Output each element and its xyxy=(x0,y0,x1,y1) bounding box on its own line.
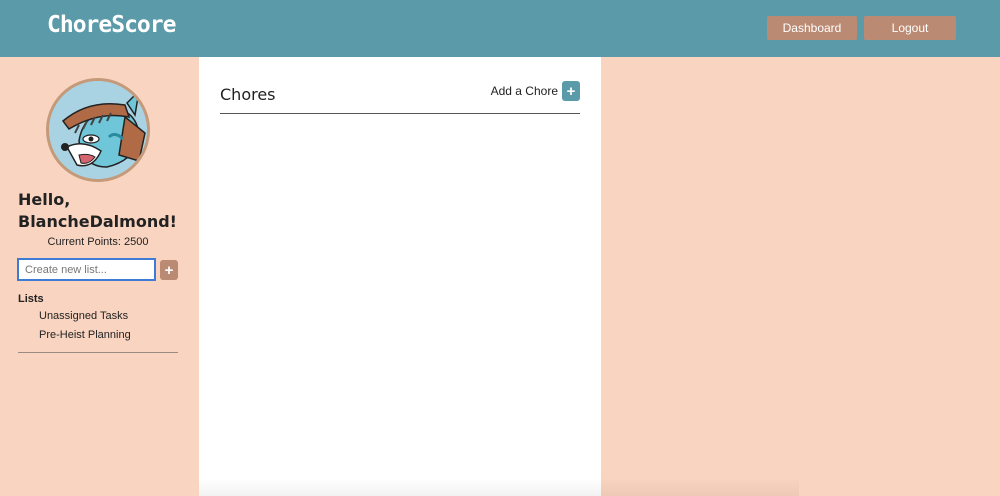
list-item-unassigned-tasks[interactable]: Unassigned Tasks xyxy=(39,310,128,322)
new-list-input[interactable] xyxy=(17,258,156,281)
add-chore-label[interactable]: Add a Chore xyxy=(491,84,558,98)
wolf-avatar-icon xyxy=(49,81,147,179)
greeting-heading: Hello, BlancheDalmond! xyxy=(18,190,177,231)
dashboard-button[interactable]: Dashboard xyxy=(767,16,857,40)
add-chore-control[interactable]: Add a Chore + xyxy=(491,81,580,101)
chores-title: Chores xyxy=(220,85,276,104)
chores-panel: Chores Add a Chore + xyxy=(199,57,601,496)
current-points: Current Points: 2500 xyxy=(47,236,149,248)
list-item-pre-heist-planning[interactable]: Pre-Heist Planning xyxy=(39,329,131,341)
sidebar: Hello, BlancheDalmond! Current Points: 2… xyxy=(0,57,199,496)
avatar xyxy=(46,78,150,182)
add-list-button[interactable]: + xyxy=(160,260,178,280)
chores-divider xyxy=(220,113,580,114)
brand-logo[interactable]: ChoreScore xyxy=(47,12,176,38)
top-navbar: ChoreScore Dashboard Logout xyxy=(0,0,1000,57)
sidebar-divider xyxy=(18,352,178,353)
logout-button[interactable]: Logout xyxy=(864,16,956,40)
lists-heading: Lists xyxy=(18,293,44,305)
add-chore-plus-icon[interactable]: + xyxy=(562,81,580,101)
bottom-shadow xyxy=(199,478,799,496)
